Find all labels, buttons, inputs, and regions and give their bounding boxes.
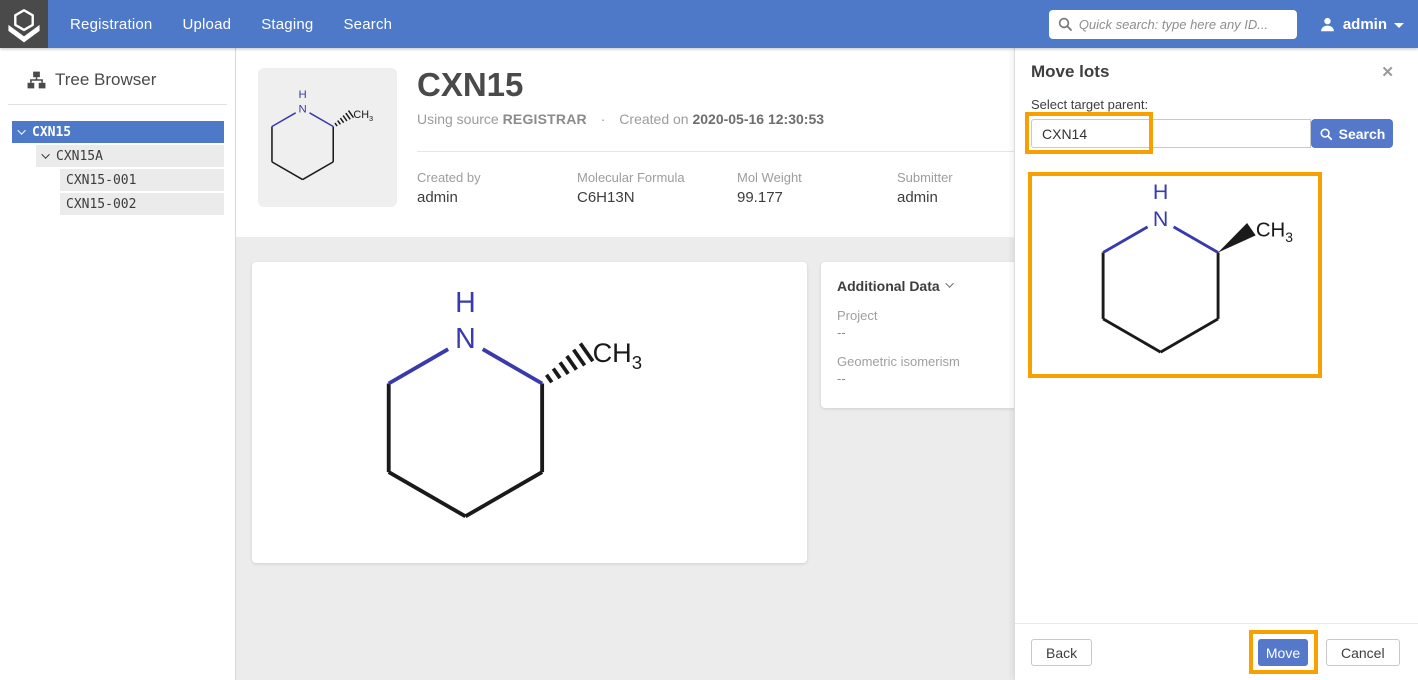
source-label: Using source <box>417 111 499 127</box>
move-lots-panel: Move lots ✕ Select target parent: Search… <box>1014 48 1418 680</box>
svg-text:H: H <box>298 90 306 101</box>
tree-node-cxn15-002[interactable]: CXN15-002 <box>60 193 224 215</box>
main-content: NHCH3 CXN15 Using source REGISTRAR · Cre… <box>236 48 1014 680</box>
svg-text:N: N <box>298 103 306 115</box>
menu-item-upload[interactable]: Upload <box>182 16 231 33</box>
meta-molecular-formula: Molecular Formula C6H13N <box>577 170 737 206</box>
tree-node-cxn15[interactable]: CXN15 <box>12 121 224 143</box>
search-button-label: Search <box>1339 126 1386 142</box>
svg-text:N: N <box>455 323 476 355</box>
main-menu: Registration Upload Staging Search <box>70 16 392 33</box>
hexagon-logo-icon <box>2 2 46 46</box>
menu-item-search[interactable]: Search <box>343 16 392 33</box>
user-name: admin <box>1343 16 1387 33</box>
created-on-value: 2020-05-16 12:30:53 <box>692 111 824 127</box>
header-divider <box>417 151 1014 152</box>
svg-text:CH3: CH3 <box>1256 219 1293 244</box>
tree: CXN15 CXN15A CXN15-001 CXN15-002 <box>0 121 235 215</box>
svg-text:H: H <box>1153 184 1168 204</box>
quick-search-input[interactable] <box>1049 10 1297 39</box>
meta-label: Created by <box>417 170 577 185</box>
meta-value: 99.177 <box>737 189 897 206</box>
source-value: REGISTRAR <box>503 111 587 127</box>
tree-node-cxn15-001[interactable]: CXN15-001 <box>60 169 224 191</box>
tree-icon <box>27 71 46 89</box>
tree-browser-sidebar: Tree Browser CXN15 CXN15A CXN15-001 CXN1… <box>0 48 236 680</box>
tree-browser-header: Tree Browser <box>0 48 235 90</box>
structure-thumbnail: NH CH3 <box>258 68 397 207</box>
chevron-down-icon[interactable] <box>945 279 953 287</box>
chevron-down-icon[interactable] <box>41 150 49 158</box>
meta-value: admin <box>417 189 577 206</box>
back-button[interactable]: Back <box>1031 639 1092 666</box>
footer-divider <box>1015 623 1418 624</box>
tree-node-label: CXN15A <box>56 149 103 164</box>
tree-browser-title: Tree Browser <box>55 70 156 90</box>
close-icon[interactable]: ✕ <box>1381 63 1394 81</box>
meta-label: Molecular Formula <box>577 170 737 185</box>
page-title: CXN15 <box>417 66 523 104</box>
target-structure-preview: NH CH3 <box>1028 172 1322 378</box>
user-icon <box>1319 16 1336 33</box>
tree-node-label: CXN15 <box>32 125 71 140</box>
search-icon <box>1057 16 1073 32</box>
meta-mol-weight: Mol Weight 99.177 <box>737 170 897 206</box>
molecule-thumbnail-drawing: NH CH3 <box>258 90 378 187</box>
menu-item-registration[interactable]: Registration <box>70 16 152 33</box>
molecule-preview-drawing: NH CH3 <box>1077 184 1302 366</box>
meta-label: Mol Weight <box>737 170 897 185</box>
app-root: Registration Upload Staging Search admin <box>0 0 1418 680</box>
user-menu[interactable]: admin <box>1319 16 1404 33</box>
cancel-button[interactable]: Cancel <box>1326 639 1400 666</box>
additional-data-title: Additional Data <box>837 278 940 294</box>
chevron-down-icon <box>1394 23 1404 28</box>
created-on-label: Created on <box>619 111 688 127</box>
compound-header-card: NH CH3 CXN15 Using source REGISTRAR · Cre… <box>236 48 1014 237</box>
svg-text:CH3: CH3 <box>593 337 643 373</box>
target-parent-label: Select target parent: <box>1031 97 1148 112</box>
tree-node-cxn15a[interactable]: CXN15A <box>36 145 224 167</box>
sidebar-divider <box>8 104 227 105</box>
meta-value: C6H13N <box>577 189 737 206</box>
dot-separator: · <box>601 111 606 127</box>
navbar-right: admin <box>1049 10 1404 39</box>
top-navbar: Registration Upload Staging Search admin <box>0 0 1418 48</box>
structure-canvas-card: NH CH3 <box>252 262 807 563</box>
source-line: Using source REGISTRAR · Created on 2020… <box>417 111 824 127</box>
tree-node-label: CXN15-002 <box>66 197 136 212</box>
target-parent-input[interactable] <box>1031 119 1311 148</box>
search-icon <box>1319 127 1333 141</box>
move-button[interactable]: Move <box>1258 639 1308 666</box>
chevron-down-icon[interactable] <box>17 126 25 134</box>
quick-search <box>1049 10 1297 39</box>
move-lots-title: Move lots <box>1031 62 1109 82</box>
menu-item-staging[interactable]: Staging <box>261 16 313 33</box>
meta-created-by: Created by admin <box>417 170 577 206</box>
compound-meta: Created by admin Molecular Formula C6H13… <box>417 170 1057 206</box>
tree-node-label: CXN15-001 <box>66 173 136 188</box>
search-button[interactable]: Search <box>1311 119 1393 148</box>
svg-text:H: H <box>455 292 476 319</box>
svg-text:CH3: CH3 <box>353 109 373 123</box>
app-logo[interactable] <box>0 0 48 48</box>
molecule-main-drawing: NH CH3 <box>354 292 654 535</box>
svg-text:N: N <box>1153 207 1168 231</box>
